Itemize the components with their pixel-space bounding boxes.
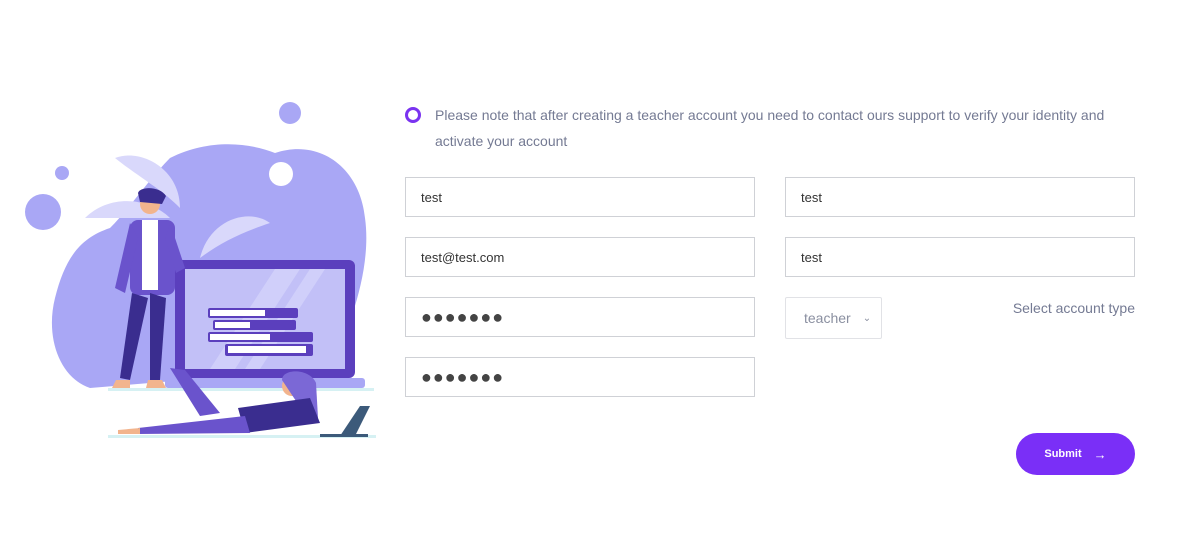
teacher-account-notice: Please note that after creating a teache… xyxy=(405,102,1125,154)
submit-button[interactable]: Submit → xyxy=(1016,433,1135,475)
chevron-down-icon: ⌄ xyxy=(862,312,872,324)
email-field[interactable] xyxy=(405,237,755,277)
last-name-field[interactable] xyxy=(785,177,1135,217)
account-type-select[interactable]: teacher ⌄ xyxy=(785,297,882,339)
first-name-field[interactable] xyxy=(405,177,755,217)
account-type-label: Select account type xyxy=(1012,300,1135,316)
password-field[interactable] xyxy=(405,297,755,337)
submit-label: Submit xyxy=(1044,448,1082,460)
arrow-right-icon: → xyxy=(1093,446,1107,462)
username-field[interactable] xyxy=(785,237,1135,277)
radio-ring-icon xyxy=(405,107,421,123)
confirm-password-field[interactable] xyxy=(405,357,755,397)
notice-text: Please note that after creating a teache… xyxy=(435,107,1105,149)
account-type-value: teacher xyxy=(804,310,851,326)
illustration xyxy=(25,102,376,438)
